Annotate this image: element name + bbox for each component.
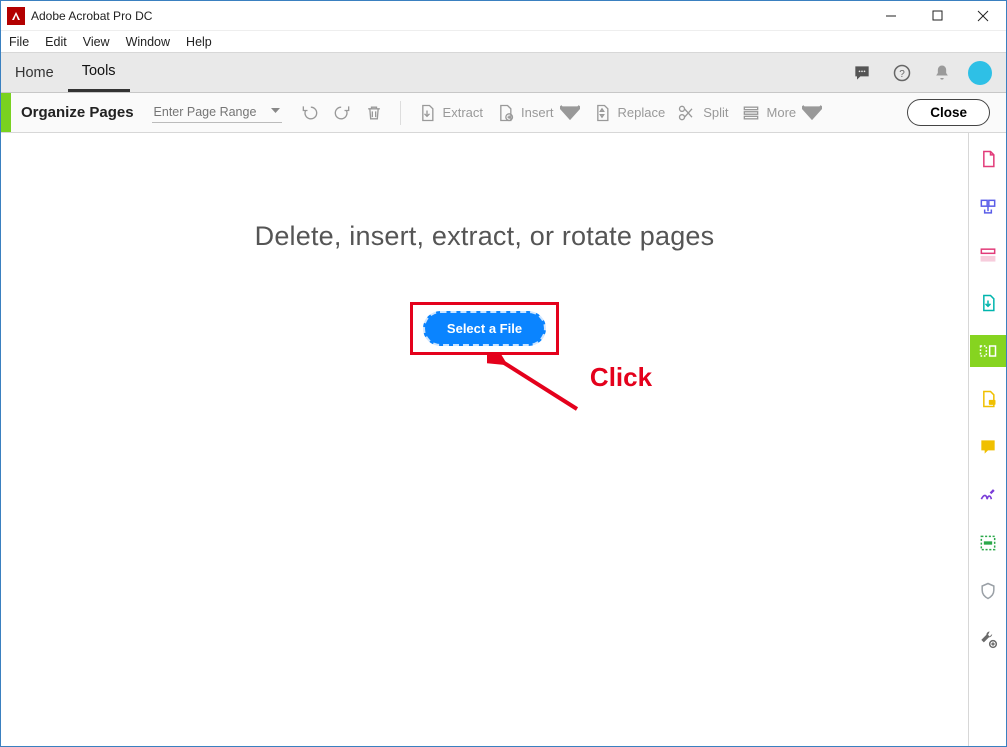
tool-sticky-note-icon[interactable] [970,431,1006,463]
insert-label: Insert [521,105,554,120]
select-file-button[interactable]: Select a File [423,311,546,346]
account-avatar[interactable] [968,61,992,85]
right-tools-rail [968,133,1006,746]
acrobat-logo-icon [7,7,25,25]
window-title: Adobe Acrobat Pro DC [31,9,152,23]
more-dropdown-icon [802,103,822,123]
titlebar: Adobe Acrobat Pro DC [1,1,1006,31]
maximize-button[interactable] [914,1,960,31]
tool-accent-bar [1,93,11,132]
replace-label: Replace [618,105,666,120]
tool-organize-pages-icon[interactable] [970,335,1006,367]
annotation-arrow-icon [487,353,597,423]
close-window-button[interactable] [960,1,1006,31]
notifications-icon[interactable] [922,53,962,92]
more-button[interactable]: More [741,103,823,123]
minimize-button[interactable] [868,1,914,31]
delete-page-button[interactable] [364,103,384,123]
separator [400,101,401,125]
tool-redact-icon[interactable] [970,527,1006,559]
menu-window[interactable]: Window [126,35,170,49]
rotate-cw-button[interactable] [332,103,352,123]
help-icon[interactable]: ? [882,53,922,92]
menu-view[interactable]: View [83,35,110,49]
select-file-area: Select a File Click [410,302,559,355]
annotation-highlight-box: Select a File [410,302,559,355]
tool-combine-files-icon[interactable] [970,191,1006,223]
tool-protect-icon[interactable] [970,575,1006,607]
menu-file[interactable]: File [9,35,29,49]
tool-title: Organize Pages [21,104,134,121]
tool-edit-pdf-icon[interactable] [970,239,1006,271]
rotate-ccw-button[interactable] [300,103,320,123]
extract-button[interactable]: Extract [417,103,483,123]
insert-button[interactable]: Insert [495,103,580,123]
menubar: File Edit View Window Help [1,31,1006,53]
more-label: More [767,105,797,120]
organize-pages-toolbar: Organize Pages Extract Insert Replace [1,93,1006,133]
tab-tools[interactable]: Tools [68,53,130,92]
work-area: Delete, insert, extract, or rotate pages… [1,133,1006,746]
extract-label: Extract [443,105,483,120]
tool-comment-icon[interactable] [970,383,1006,415]
tab-home[interactable]: Home [1,53,68,92]
menu-help[interactable]: Help [186,35,212,49]
tool-export-pdf-icon[interactable] [970,287,1006,319]
menu-edit[interactable]: Edit [45,35,67,49]
nav-tabbar: Home Tools ? [1,53,1006,93]
app-window: Adobe Acrobat Pro DC File Edit View Wind… [0,0,1007,747]
replace-button[interactable]: Replace [592,103,666,123]
split-label: Split [703,105,728,120]
split-button[interactable]: Split [677,103,728,123]
tool-sign-icon[interactable] [970,479,1006,511]
canvas-area: Delete, insert, extract, or rotate pages… [1,133,968,746]
insert-dropdown-icon [560,103,580,123]
chat-icon[interactable] [842,53,882,92]
page-range-input[interactable] [152,102,282,123]
svg-text:?: ? [899,68,905,79]
tool-create-pdf-icon[interactable] [970,143,1006,175]
annotation-label: Click [590,362,652,393]
tool-more-tools-icon[interactable] [970,623,1006,655]
close-tool-button[interactable]: Close [907,99,990,126]
page-hint-text: Delete, insert, extract, or rotate pages [255,221,715,252]
